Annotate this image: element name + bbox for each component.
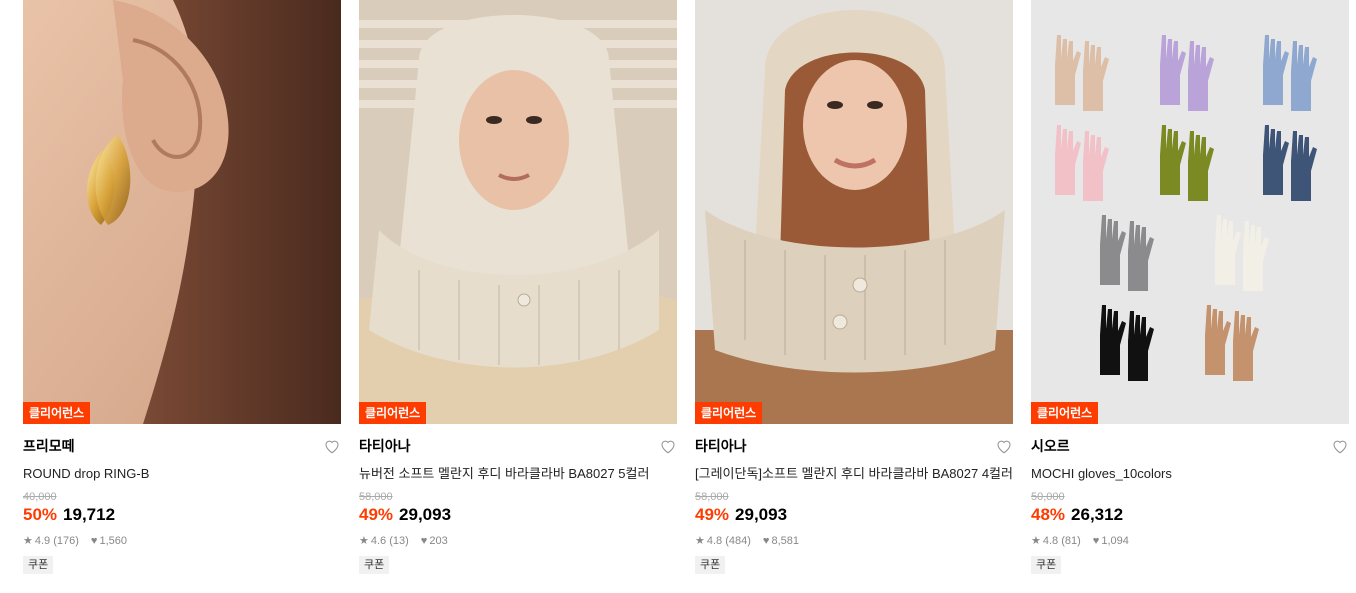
original-price: 58,000: [695, 491, 729, 503]
star-icon: ★: [359, 535, 369, 547]
product-name[interactable]: [그레이단독]소프트 멜란지 후디 바라클라바 BA8027 4컬러: [695, 465, 1013, 483]
clearance-badge: 클리어런스: [695, 402, 763, 424]
heart-icon: ♥: [420, 535, 428, 547]
knit-balaclava-photo: [359, 0, 677, 424]
heart-icon[interactable]: [1331, 437, 1349, 455]
brand-name[interactable]: 타티아나: [695, 437, 1013, 455]
coupon-tag: 쿠폰: [695, 556, 726, 574]
review-count: (484): [725, 535, 751, 547]
product-stats: ★ 4.8 (484) ♥ 8,581: [695, 533, 1013, 549]
product-name[interactable]: MOCHI gloves_10colors: [1031, 465, 1349, 483]
star-icon: ★: [1031, 535, 1041, 547]
product-stats: ★ 4.6 (13) ♥ 203: [359, 533, 677, 549]
review-count: (13): [389, 535, 409, 547]
heart-icon: ♥: [762, 535, 770, 547]
coupon-tag: 쿠폰: [359, 556, 390, 574]
coupon-tag: 쿠폰: [1031, 556, 1062, 574]
rating: 4.9: [34, 535, 51, 547]
original-price: 40,000: [23, 491, 57, 503]
clearance-badge: 클리어런스: [1031, 402, 1099, 424]
price-row: 50% 19,712: [23, 504, 341, 526]
original-price: 58,000: [359, 491, 393, 503]
product-card[interactable]: 클리어런스 프리모떼 ROUND drop RING-B 40,000 50% 1…: [23, 0, 341, 574]
like-count: 1,560: [99, 535, 127, 547]
discount-rate: 49%: [695, 505, 730, 524]
sale-price: 19,712: [63, 505, 116, 524]
product-card[interactable]: 클리어런스 타티아나 뉴버전 소프트 멜란지 후디 바라클라바 BA8027 5…: [359, 0, 677, 574]
price-row: 49% 29,093: [359, 504, 677, 526]
product-image[interactable]: 클리어런스: [23, 0, 341, 424]
knit-balaclava-photo: [695, 0, 1013, 424]
like-count: 8,581: [771, 535, 799, 547]
brand-name[interactable]: 타티아나: [359, 437, 677, 455]
like-count: 1,094: [1101, 535, 1129, 547]
sale-price: 29,093: [399, 505, 452, 524]
product-stats: ★ 4.8 (81) ♥ 1,094: [1031, 533, 1349, 549]
gloves-grid-photo: [1031, 0, 1349, 424]
discount-rate: 48%: [1031, 505, 1066, 524]
original-price: 50,000: [1031, 491, 1065, 503]
heart-icon: ♥: [1092, 535, 1100, 547]
star-icon: ★: [695, 535, 705, 547]
heart-icon[interactable]: [659, 437, 677, 455]
product-image[interactable]: 클리어런스: [695, 0, 1013, 424]
clearance-badge: 클리어런스: [23, 402, 91, 424]
rating: 4.8: [706, 535, 723, 547]
sale-price: 26,312: [1071, 505, 1124, 524]
rating: 4.8: [1042, 535, 1059, 547]
discount-rate: 50%: [23, 505, 58, 524]
product-image[interactable]: 클리어런스: [1031, 0, 1349, 424]
product-card[interactable]: 클리어런스 타티아나 [그레이단독]소프트 멜란지 후디 바라클라바 BA802…: [695, 0, 1013, 574]
product-name[interactable]: 뉴버전 소프트 멜란지 후디 바라클라바 BA8027 5컬러: [359, 465, 677, 483]
review-count: (81): [1061, 535, 1081, 547]
review-count: (176): [53, 535, 79, 547]
price-row: 48% 26,312: [1031, 504, 1349, 526]
clearance-badge: 클리어런스: [359, 402, 427, 424]
sale-price: 29,093: [735, 505, 788, 524]
heart-icon[interactable]: [995, 437, 1013, 455]
product-card[interactable]: 클리어런스 시오르 MOCHI gloves_10colors 50,000 4…: [1031, 0, 1349, 574]
discount-rate: 49%: [359, 505, 394, 524]
heart-icon[interactable]: [323, 437, 341, 455]
price-row: 49% 29,093: [695, 504, 1013, 526]
product-name[interactable]: ROUND drop RING-B: [23, 465, 341, 483]
rating: 4.6: [370, 535, 387, 547]
like-count: 203: [429, 535, 448, 547]
brand-name[interactable]: 시오르: [1031, 437, 1349, 455]
product-image[interactable]: 클리어런스: [359, 0, 677, 424]
coupon-tag: 쿠폰: [23, 556, 54, 574]
heart-icon: ♥: [90, 535, 98, 547]
product-stats: ★ 4.9 (176) ♥ 1,560: [23, 533, 341, 549]
star-icon: ★: [23, 535, 33, 547]
brand-name[interactable]: 프리모떼: [23, 437, 341, 455]
product-grid: 클리어런스 프리모떼 ROUND drop RING-B 40,000 50% 1…: [0, 0, 1356, 593]
gold-earring-photo: [23, 0, 341, 424]
